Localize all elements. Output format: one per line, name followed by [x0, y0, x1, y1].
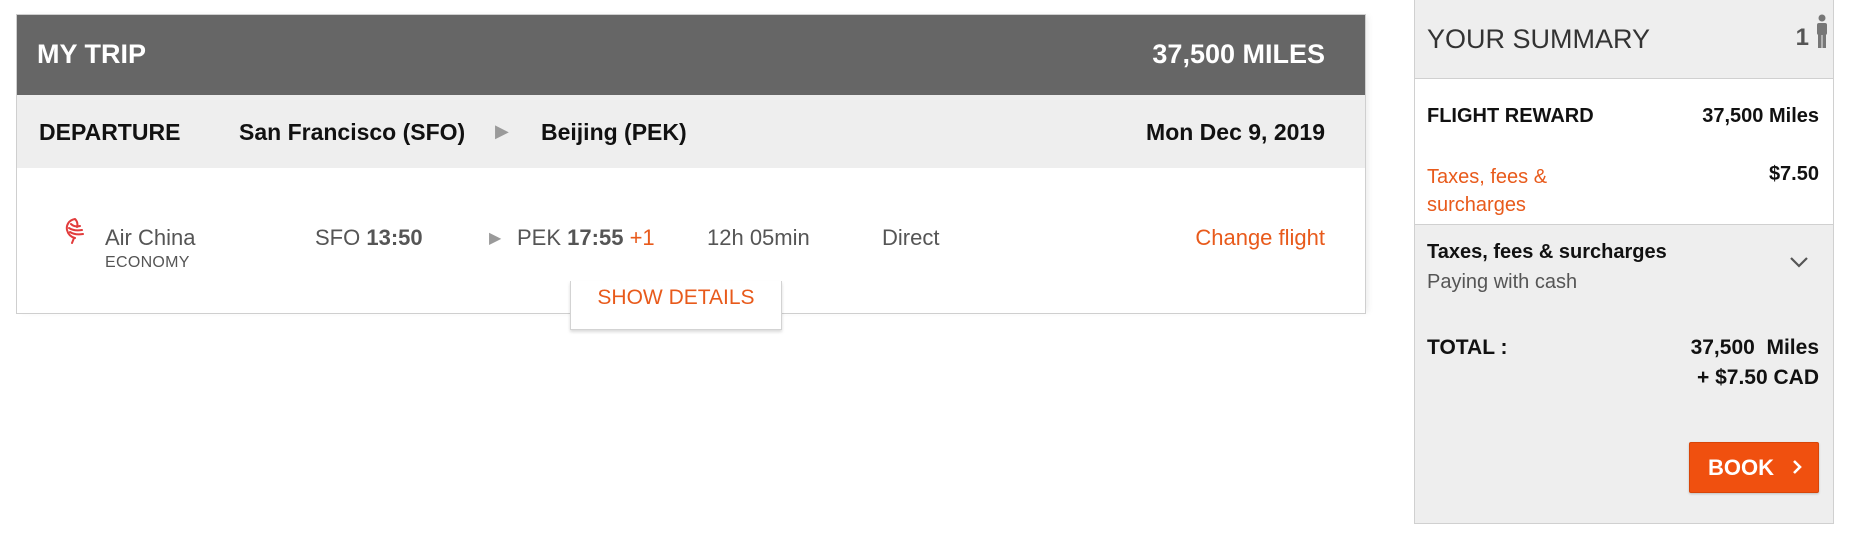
book-button[interactable]: BOOK: [1689, 442, 1819, 493]
total-miles: 37,500 Miles: [1690, 336, 1819, 359]
change-flight-link[interactable]: Change flight: [1195, 225, 1325, 251]
total-label: TOTAL :: [1427, 336, 1508, 359]
total-cash: + $7.50 CAD: [1697, 366, 1819, 389]
cabin-class: ECONOMY: [105, 254, 190, 271]
day-offset: +1: [629, 225, 655, 250]
flight-stops: Direct: [882, 225, 940, 250]
airline-name: Air China: [105, 225, 196, 250]
departure-time-block: SFO 13:50: [315, 225, 423, 251]
summary-panel: YOUR SUMMARY 1 FLIGHT REWARD 37,500 Mile…: [1414, 0, 1834, 524]
flight-reward-label: FLIGHT REWARD: [1427, 105, 1594, 127]
summary-title: YOUR SUMMARY: [1427, 24, 1651, 54]
tax-toggle-subtitle: Paying with cash: [1427, 271, 1578, 293]
dep-time: 13:50: [366, 225, 423, 250]
passenger-count: 1: [1795, 24, 1809, 51]
person-icon: [1817, 14, 1827, 48]
arr-time: 17:55: [567, 225, 624, 250]
summary-header: YOUR SUMMARY 1: [1415, 0, 1833, 79]
air-china-logo-icon: [65, 218, 84, 244]
departure-label: DEPARTURE: [39, 119, 181, 145]
chevron-right-icon: ▶: [489, 230, 502, 247]
departure-row: DEPARTURE San Francisco (SFO) ▶ Beijing …: [17, 95, 1365, 168]
chevron-right-icon: ▶: [495, 121, 509, 141]
total-section: TOTAL : 37,500 Miles + $7.50 CAD BOOK: [1415, 308, 1833, 523]
trip-header: MY TRIP 37,500 MILES: [17, 15, 1365, 95]
flight-reward-value: 37,500 Miles: [1702, 105, 1819, 127]
show-details-button[interactable]: SHOW DETAILS: [570, 281, 782, 330]
flight-duration: 12h 05min: [707, 225, 810, 250]
arr-airport-code: PEK: [517, 225, 562, 250]
taxes-fees-link[interactable]: Taxes, fees & surcharges: [1427, 163, 1597, 219]
tax-toggle-title: Taxes, fees & surcharges: [1427, 241, 1667, 263]
dep-airport-code: SFO: [315, 225, 361, 250]
chevron-down-icon: [1790, 257, 1808, 268]
taxes-payment-toggle[interactable]: Taxes, fees & surcharges Paying with cas…: [1415, 224, 1833, 309]
trip-miles: 37,500 MILES: [1152, 39, 1325, 69]
taxes-fees-value: $7.50: [1768, 163, 1819, 185]
book-button-label: BOOK: [1708, 455, 1774, 480]
trip-card: MY TRIP 37,500 MILES DEPARTURE San Franc…: [16, 14, 1366, 314]
departure-date: Mon Dec 9, 2019: [1146, 119, 1325, 145]
departure-destination: Beijing (PEK): [541, 119, 687, 145]
trip-title: MY TRIP: [37, 39, 147, 69]
reward-section: FLIGHT REWARD 37,500 Miles Taxes, fees &…: [1415, 79, 1833, 224]
chevron-right-icon: [1793, 460, 1802, 474]
arrival-time-block: PEK 17:55 +1: [517, 225, 655, 251]
departure-origin: San Francisco (SFO): [239, 119, 466, 145]
